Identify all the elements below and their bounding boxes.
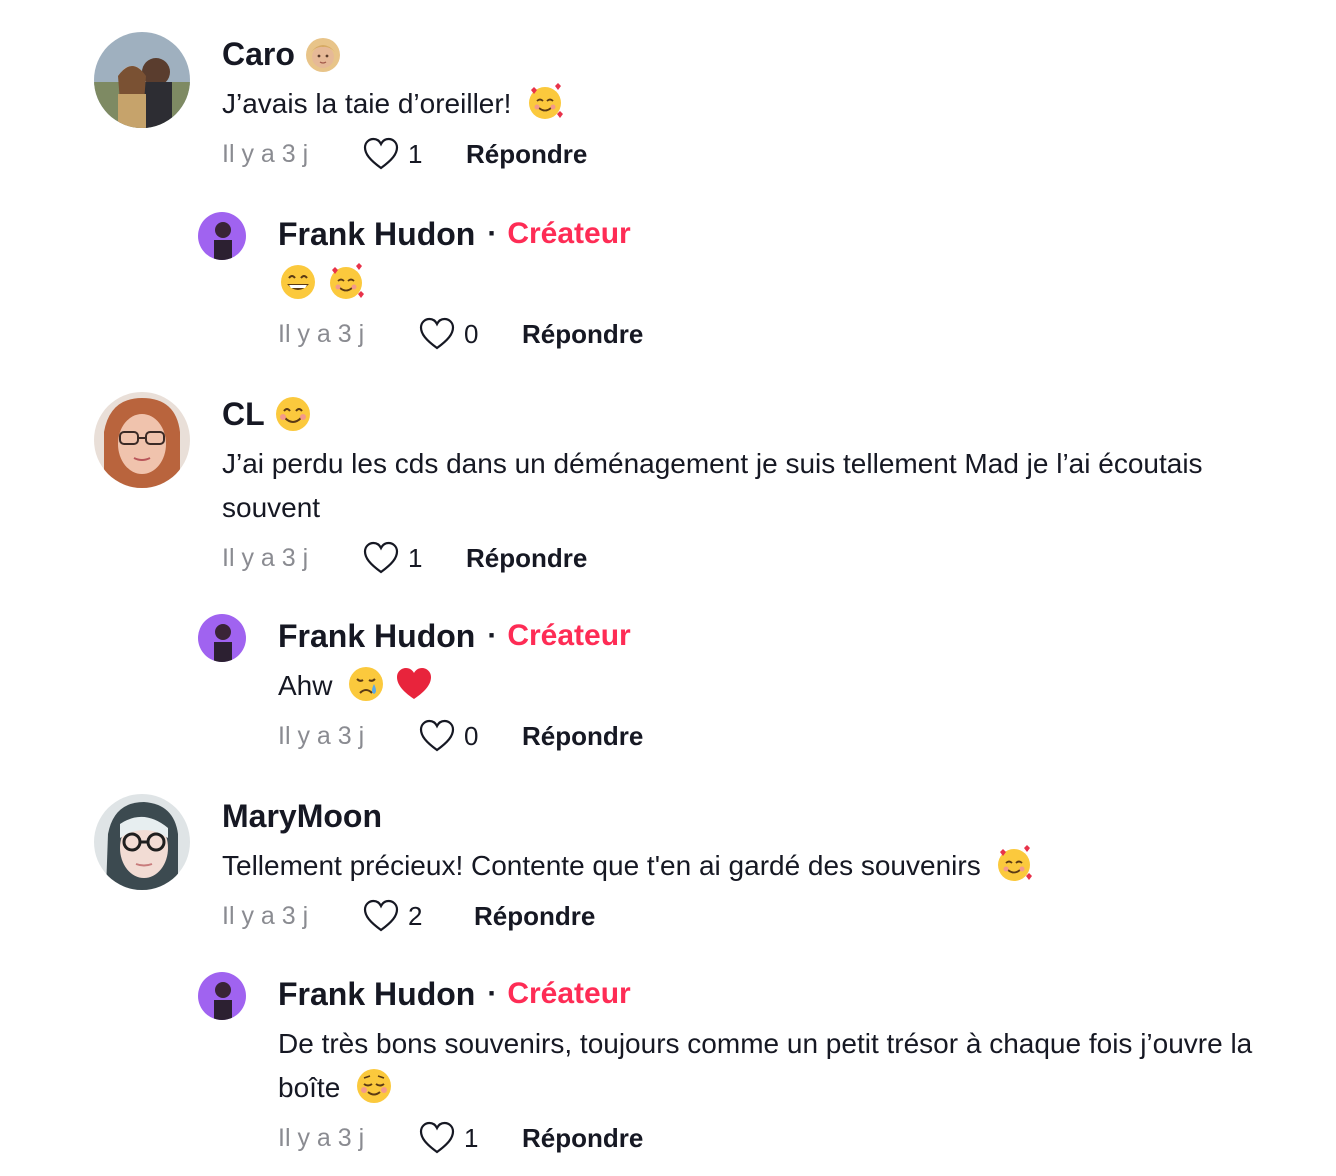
heart-icon	[363, 541, 399, 574]
avatar[interactable]	[94, 32, 190, 128]
comment-text: Tellement précieux! Contente que t'en ai…	[222, 850, 981, 881]
like-button[interactable]: 1	[362, 540, 466, 576]
red-heart-emoji-icon	[394, 664, 434, 704]
heart-icon	[363, 899, 399, 932]
reply-button[interactable]: Répondre	[466, 543, 587, 574]
like-count: 1	[408, 138, 423, 169]
like-count: 1	[408, 542, 423, 573]
creator-badge: Créateur	[507, 217, 631, 250]
timestamp: Il y a 3 j	[222, 901, 309, 930]
heart-icon	[363, 137, 399, 170]
timestamp: Il y a 3 j	[278, 721, 365, 750]
grinning-face-emoji-icon	[278, 262, 318, 302]
like-count: 2	[408, 900, 423, 931]
separator-dot: ·	[487, 619, 498, 652]
username[interactable]: Caro	[222, 36, 295, 73]
smiling-face-with-hearts-emoji-icon	[994, 844, 1034, 884]
username[interactable]: Frank Hudon	[278, 618, 475, 655]
like-button[interactable]: 1	[418, 1120, 522, 1156]
relieved-smiling-face-emoji-icon	[354, 1066, 394, 1106]
timestamp: Il y a 3 j	[222, 139, 309, 168]
smiling-face-with-hearts-emoji-icon	[525, 82, 565, 122]
heart-icon	[419, 317, 455, 350]
comment-thread: Caro J’avais la taie d’oreiller! Il y a …	[0, 0, 1336, 1176]
like-count: 0	[464, 720, 479, 751]
username[interactable]: CL	[222, 396, 265, 433]
comment-text: Ahw	[278, 670, 333, 701]
creator-badge: Créateur	[507, 977, 631, 1010]
reply-button[interactable]: Répondre	[522, 1123, 643, 1154]
like-count: 0	[464, 318, 479, 349]
smiling-face-emoji-icon	[273, 394, 313, 434]
like-button[interactable]: 1	[362, 136, 466, 172]
blonde-person-emoji-icon	[303, 34, 343, 74]
like-button[interactable]: 0	[418, 316, 522, 352]
separator-dot: ·	[487, 977, 498, 1010]
timestamp: Il y a 3 j	[222, 543, 309, 572]
username[interactable]: MaryMoon	[222, 798, 382, 835]
like-button[interactable]: 0	[418, 718, 522, 754]
avatar[interactable]	[94, 794, 190, 890]
comment-text: De très bons souvenirs, toujours comme u…	[278, 1028, 1253, 1103]
avatar[interactable]	[198, 212, 246, 260]
timestamp: Il y a 3 j	[278, 1123, 365, 1152]
like-count: 1	[464, 1122, 479, 1153]
creator-badge: Créateur	[507, 619, 631, 652]
avatar[interactable]	[94, 392, 190, 488]
comment-text: J’avais la taie d’oreiller!	[222, 88, 512, 119]
avatar[interactable]	[198, 614, 246, 662]
separator-dot: ·	[487, 217, 498, 250]
reply-button[interactable]: Répondre	[466, 139, 587, 170]
timestamp: Il y a 3 j	[278, 319, 365, 348]
reply-button[interactable]: Répondre	[522, 319, 643, 350]
crying-face-emoji-icon	[346, 664, 386, 704]
reply-button[interactable]: Répondre	[522, 721, 643, 752]
smiling-face-with-hearts-emoji-icon	[326, 262, 366, 302]
username[interactable]: Frank Hudon	[278, 216, 475, 253]
username[interactable]: Frank Hudon	[278, 976, 475, 1013]
avatar[interactable]	[198, 972, 246, 1020]
like-button[interactable]: 2	[362, 898, 474, 934]
comment-text: J’ai perdu les cds dans un déménagement …	[222, 448, 1203, 523]
heart-icon	[419, 1121, 455, 1154]
heart-icon	[419, 719, 455, 752]
reply-button[interactable]: Répondre	[474, 901, 595, 932]
